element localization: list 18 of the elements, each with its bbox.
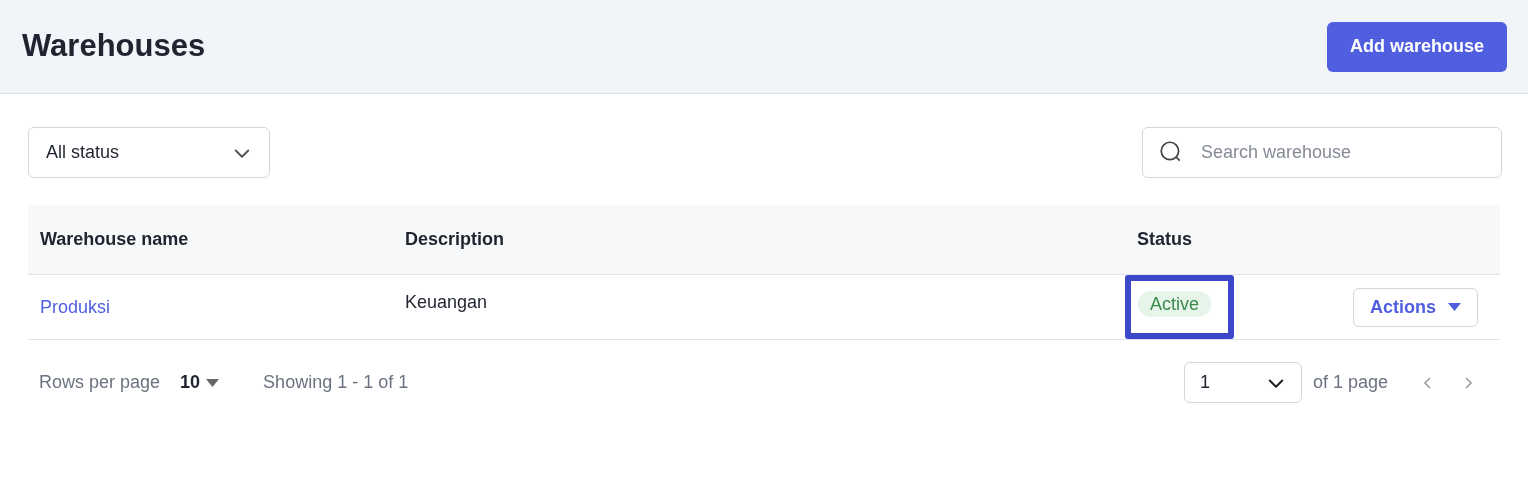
caret-icon [1448, 303, 1461, 311]
search-field[interactable]: Search warehouse [1142, 127, 1502, 178]
caret-icon [206, 378, 220, 387]
add-warehouse-button[interactable]: Add warehouse [1326, 21, 1507, 72]
rows-per-page-label: Rows per page [39, 371, 161, 394]
rows-per-page-select[interactable]: 10 [180, 369, 220, 396]
page-title: Warehouses [22, 27, 206, 66]
table-cell: Keuangan [405, 292, 488, 312]
status-select[interactable]: All status [28, 127, 270, 178]
showing-range: Showing 1 - 1 of 1 [263, 371, 409, 394]
page-select[interactable]: 1 [1183, 362, 1302, 403]
page-count: of 1 page [1312, 371, 1388, 394]
warehouse-link[interactable]: Produksi [40, 296, 111, 317]
status-badge: Active [1138, 291, 1212, 317]
actions-button[interactable]: Actions [1353, 287, 1478, 327]
column-header: Warehouse name [40, 229, 189, 249]
column-header: Description [405, 229, 505, 249]
column-header: Status [1137, 229, 1192, 249]
